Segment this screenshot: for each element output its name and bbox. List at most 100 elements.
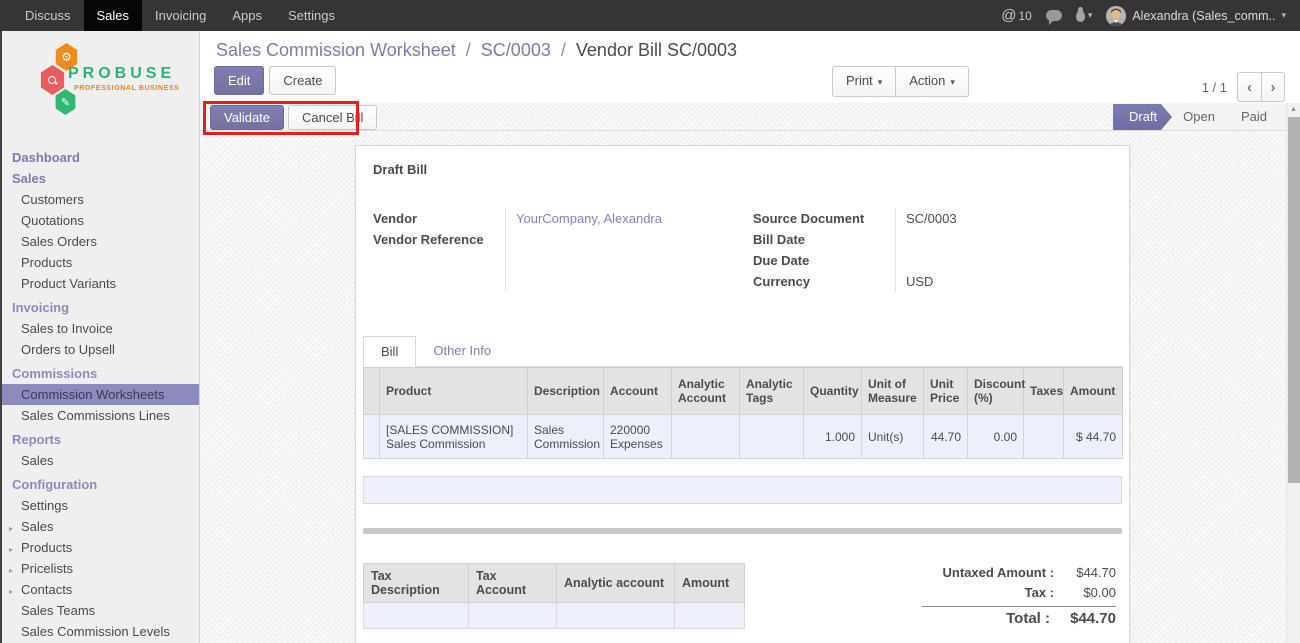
- sidebar-item-sales-commissions-lines[interactable]: Sales Commissions Lines: [2, 405, 199, 426]
- cell-unit-price[interactable]: 44.70: [924, 415, 968, 459]
- sidebar-item-config-pricelists[interactable]: ▸Pricelists: [2, 558, 199, 579]
- scrollbar-thumb[interactable]: [1288, 117, 1300, 483]
- tax-empty-row[interactable]: [364, 603, 745, 629]
- cell-analytic-tags[interactable]: [740, 415, 804, 459]
- col-amount[interactable]: Amount: [1064, 368, 1123, 415]
- sidebar-item-config-products[interactable]: ▸Products: [2, 537, 199, 558]
- empty-list-row[interactable]: [363, 476, 1122, 504]
- sidebar-item-reports-sales[interactable]: Sales: [2, 450, 199, 471]
- totals-block: Untaxed Amount : $44.70 Tax : $0.00 Tota…: [922, 563, 1122, 629]
- bill-lines-header-row: Product Description Account Analytic Acc…: [364, 368, 1123, 415]
- col-unit-of-measure[interactable]: Unit of Measure: [862, 368, 924, 415]
- company-logo[interactable]: ⚙ ✎ PROBUSE PROFESSIONAL BUSINESS: [2, 39, 199, 131]
- sidebar-item-config-sales[interactable]: ▸Sales: [2, 516, 199, 537]
- form-sheet: Draft Bill Vendor Vendor Reference YourC…: [355, 145, 1130, 643]
- menu-invoicing[interactable]: Invoicing: [142, 0, 219, 31]
- col-quantity[interactable]: Quantity: [804, 368, 862, 415]
- col-tax-analytic-account[interactable]: Analytic account: [557, 564, 675, 603]
- bill-line-row[interactable]: [SALES COMMISSION] Sales Commission Sale…: [364, 415, 1123, 459]
- cell-taxes[interactable]: [1024, 415, 1064, 459]
- cell-discount[interactable]: 0.00: [968, 415, 1024, 459]
- sidebar-item-sales[interactable]: Sales: [2, 168, 199, 189]
- col-analytic-tags[interactable]: Analytic Tags: [740, 368, 804, 415]
- col-discount[interactable]: Discount (%): [968, 368, 1024, 415]
- cell-analytic-account[interactable]: [672, 415, 740, 459]
- sidebar-item-commission-worksheets[interactable]: Commission Worksheets: [2, 384, 199, 405]
- sidebar: ⚙ ✎ PROBUSE PROFESSIONAL BUSINESS Dashbo…: [0, 31, 200, 643]
- menu-settings[interactable]: Settings: [275, 0, 348, 31]
- col-taxes[interactable]: Taxes: [1024, 368, 1064, 415]
- messages-icon[interactable]: [1046, 10, 1062, 21]
- create-button[interactable]: Create: [269, 66, 336, 95]
- vertical-scrollbar[interactable]: ▲: [1286, 103, 1300, 643]
- sidebar-item-sales-teams[interactable]: Sales Teams: [2, 600, 199, 621]
- cell-unit-of-measure[interactable]: Unit(s): [862, 415, 924, 459]
- total-value: $44.70: [1050, 609, 1116, 629]
- sidebar-item-sales-orders[interactable]: Sales Orders: [2, 231, 199, 252]
- pager-previous-button[interactable]: ‹: [1237, 72, 1261, 102]
- sidebar-item-sales-commission-levels[interactable]: Sales Commission Levels: [2, 621, 199, 642]
- systray: @ 10 ▾ Alexandra (Sales_comm.. ▾: [1001, 6, 1286, 26]
- sidebar-item-customers[interactable]: Customers: [2, 189, 199, 210]
- col-description[interactable]: Description: [528, 368, 604, 415]
- sidebar-item-product-variants[interactable]: Product Variants: [2, 273, 199, 294]
- col-tax-amount[interactable]: Amount: [675, 564, 745, 603]
- sidebar-section-configuration[interactable]: Configuration: [2, 471, 199, 495]
- user-name: Alexandra (Sales_comm..: [1132, 9, 1275, 23]
- cancel-bill-button[interactable]: Cancel Bill: [288, 105, 377, 130]
- pager-next-button[interactable]: ›: [1261, 72, 1285, 102]
- cell-quantity[interactable]: 1.000: [804, 415, 862, 459]
- pager: 1 / 1 ‹ ›: [1202, 72, 1285, 102]
- sidebar-item-products[interactable]: Products: [2, 252, 199, 273]
- menu-discuss[interactable]: Discuss: [12, 0, 84, 31]
- sidebar-item-orders-to-upsell[interactable]: Orders to Upsell: [2, 339, 199, 360]
- sidebar-item-sales-to-invoice[interactable]: Sales to Invoice: [2, 318, 199, 339]
- col-tax-account[interactable]: Tax Account: [469, 564, 557, 603]
- breadcrumb-sc0003-link[interactable]: SC/0003: [481, 40, 551, 60]
- expand-arrow-icon: ▸: [9, 562, 13, 579]
- pager-counter: 1 / 1: [1202, 80, 1227, 95]
- sidebar-item-settings[interactable]: Settings: [2, 495, 199, 516]
- breadcrumb-worksheet-link[interactable]: Sales Commission Worksheet: [216, 40, 456, 60]
- currency-value: USD: [906, 271, 1112, 292]
- mention-counter[interactable]: @ 10: [1001, 7, 1032, 24]
- validate-button[interactable]: Validate: [210, 105, 284, 130]
- sidebar-item-dashboard[interactable]: Dashboard: [2, 147, 199, 168]
- col-tax-description[interactable]: Tax Description: [364, 564, 469, 603]
- vendor-value-link[interactable]: YourCompany, Alexandra: [516, 208, 741, 229]
- col-product[interactable]: Product: [380, 368, 528, 415]
- tab-other-info[interactable]: Other Info: [416, 336, 508, 366]
- cell-account[interactable]: 220000 Expenses: [604, 415, 672, 459]
- cell-product[interactable]: [SALES COMMISSION] Sales Commission: [380, 415, 528, 459]
- status-pipeline: Draft Open Paid: [1113, 104, 1284, 130]
- tab-bill[interactable]: Bill: [363, 336, 416, 367]
- chevron-right-icon: ›: [1271, 79, 1276, 96]
- menu-apps[interactable]: Apps: [219, 0, 275, 31]
- horizontal-scrollbar[interactable]: [363, 528, 1122, 534]
- sidebar-section-invoicing[interactable]: Invoicing: [2, 294, 199, 318]
- cell-description[interactable]: Sales Commission: [528, 415, 604, 459]
- user-menu[interactable]: Alexandra (Sales_comm.. ▾: [1106, 6, 1286, 26]
- status-bar: Validate Cancel Bill Draft Open Paid: [200, 103, 1286, 131]
- due-date-value: [906, 250, 1112, 271]
- col-account[interactable]: Account: [604, 368, 672, 415]
- sidebar-section-reports[interactable]: Reports: [2, 426, 199, 450]
- chevron-down-icon: ▾: [950, 77, 955, 87]
- scrollbar-up-arrow-icon[interactable]: ▲: [1287, 106, 1300, 113]
- menu-sales[interactable]: Sales: [84, 0, 143, 31]
- col-unit-price[interactable]: Unit Price: [924, 368, 968, 415]
- vendor-label: Vendor: [373, 208, 505, 229]
- sidebar-section-commissions[interactable]: Commissions: [2, 360, 199, 384]
- sidebar-item-config-contacts[interactable]: ▸Contacts: [2, 579, 199, 600]
- print-button[interactable]: Print▾: [832, 66, 896, 97]
- untaxed-amount-value: $44.70: [1054, 563, 1116, 583]
- status-step-draft[interactable]: Draft: [1113, 104, 1172, 130]
- edit-button[interactable]: Edit: [214, 66, 264, 95]
- sidebar-item-quotations[interactable]: Quotations: [2, 210, 199, 231]
- col-analytic-account[interactable]: Analytic Account: [672, 368, 740, 415]
- cell-amount[interactable]: $ 44.70: [1064, 415, 1123, 459]
- debug-menu[interactable]: ▾: [1076, 10, 1093, 22]
- avatar: [1106, 6, 1126, 26]
- action-button[interactable]: Action▾: [895, 66, 969, 97]
- vendor-reference-label: Vendor Reference: [373, 229, 505, 250]
